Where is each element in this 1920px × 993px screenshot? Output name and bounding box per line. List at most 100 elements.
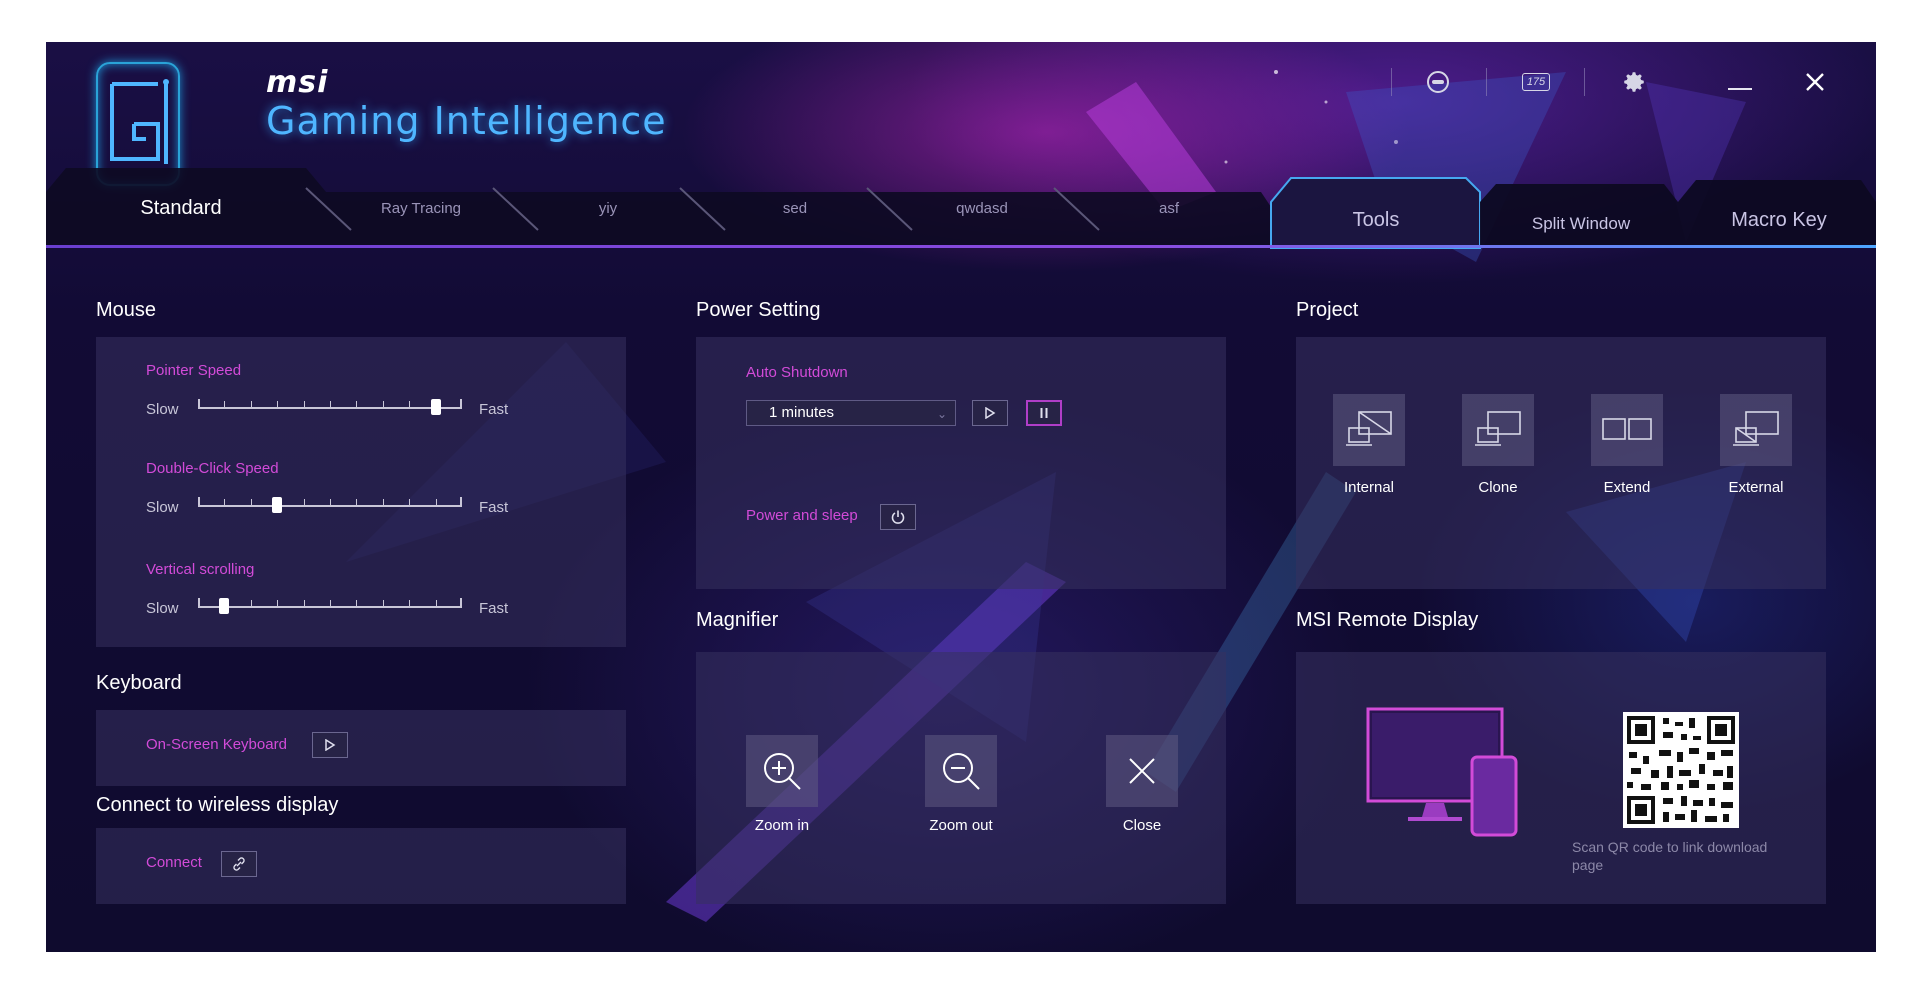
zoom-in-label: Zoom in — [754, 817, 810, 834]
on-screen-keyboard-label: On-Screen Keyboard — [146, 736, 287, 753]
double-click-speed-label: Double-Click Speed — [146, 460, 279, 477]
connect-label: Connect — [146, 854, 202, 871]
slider-end — [198, 399, 200, 409]
slow-label: Slow — [146, 499, 179, 516]
auto-shutdown-select[interactable]: 1 minutes ⌄ — [746, 400, 956, 426]
clone-display-icon — [1475, 411, 1521, 446]
fast-label: Fast — [479, 499, 509, 516]
qr-caption: Scan QR code to link download page — [1572, 839, 1768, 873]
brand-title: msi Gaming Intelligence — [266, 65, 667, 143]
pointer-speed-slider[interactable] — [198, 398, 462, 416]
slider-tick — [251, 600, 252, 608]
refresh-rate-badge: 175 — [1521, 73, 1551, 91]
magnifier-close-label: Close — [1122, 817, 1162, 834]
gamepad-icon[interactable] — [1418, 64, 1458, 100]
slider-tick — [224, 499, 225, 507]
header-divider — [1391, 68, 1392, 96]
slider-tick — [409, 401, 410, 409]
tab-yiy[interactable]: yiy — [543, 172, 673, 244]
magnifier-close-button[interactable] — [1106, 735, 1178, 807]
slider-tick — [409, 499, 410, 507]
tab-ray-tracing[interactable]: Ray Tracing — [356, 172, 486, 244]
internal-display-icon — [1346, 411, 1392, 446]
slider-tick — [304, 499, 305, 507]
power-and-sleep-button[interactable] — [880, 504, 916, 530]
slider-tick — [304, 401, 305, 409]
zoom-in-icon — [764, 753, 801, 790]
auto-shutdown-value: 1 minutes — [769, 404, 835, 421]
pointer-speed-label: Pointer Speed — [146, 362, 242, 379]
project-title: Project — [1296, 299, 1359, 321]
header-divider — [1584, 68, 1585, 96]
close-icon — [1129, 758, 1155, 784]
slider-tick — [251, 499, 252, 507]
header-divider — [1486, 68, 1487, 96]
project-external-button[interactable] — [1720, 394, 1792, 466]
connect-button[interactable] — [221, 851, 257, 877]
project-extend-label: Extend — [1603, 479, 1651, 496]
slider-thumb[interactable] — [431, 399, 441, 415]
slider-tick — [330, 401, 331, 409]
slider-thumb[interactable] — [272, 497, 282, 513]
chevron-down-icon: ⌄ — [936, 407, 947, 421]
msi-wordmark: msi — [266, 65, 329, 100]
tab-tools[interactable]: Tools — [1276, 188, 1476, 252]
zoom-out-label: Zoom out — [929, 817, 993, 834]
slider-tick — [277, 401, 278, 409]
minimize-icon[interactable] — [1720, 64, 1760, 100]
slider-end — [198, 598, 200, 608]
zoom-out-icon — [943, 753, 980, 790]
external-display-icon — [1733, 411, 1779, 446]
slow-label: Slow — [146, 401, 179, 418]
slow-label: Slow — [146, 600, 179, 617]
remote-display-title: MSI Remote Display — [1296, 609, 1479, 631]
wireless-display-title: Connect to wireless display — [96, 794, 339, 816]
play-icon — [325, 739, 336, 751]
project-external-label: External — [1728, 479, 1784, 496]
slider-tick — [277, 600, 278, 608]
vertical-scrolling-slider[interactable] — [198, 597, 462, 615]
gear-icon[interactable] — [1614, 64, 1654, 100]
project-internal-button[interactable] — [1333, 394, 1405, 466]
slider-thumb[interactable] — [219, 598, 229, 614]
zoom-in-button[interactable] — [746, 735, 818, 807]
product-name: Gaming Intelligence — [266, 99, 667, 143]
fast-label: Fast — [479, 401, 509, 418]
auto-shutdown-label: Auto Shutdown — [746, 364, 848, 381]
slider-tick — [436, 600, 437, 608]
magnifier-title: Magnifier — [696, 609, 779, 631]
project-clone-label: Clone — [1478, 479, 1518, 496]
slider-tick — [356, 499, 357, 507]
double-click-speed-slider[interactable] — [198, 496, 462, 514]
fast-label: Fast — [479, 600, 509, 617]
slider-end — [460, 598, 462, 608]
link-icon — [233, 857, 245, 871]
slider-tick — [383, 401, 384, 409]
slider-tick — [304, 600, 305, 608]
zoom-out-button[interactable] — [925, 735, 997, 807]
slider-end — [198, 497, 200, 507]
tab-sed[interactable]: sed — [730, 172, 860, 244]
tab-qwdasd[interactable]: qwdasd — [917, 172, 1047, 244]
tab-macro-key[interactable]: Macro Key — [1684, 188, 1874, 252]
slider-end — [460, 399, 462, 409]
on-screen-keyboard-play-button[interactable] — [312, 732, 348, 758]
tab-standard[interactable]: Standard — [66, 172, 296, 244]
extend-display-icon — [1602, 418, 1652, 440]
pause-timer-button[interactable] — [1026, 400, 1062, 426]
refresh-rate-icon[interactable]: 175 — [1508, 64, 1564, 100]
slider-tick — [383, 499, 384, 507]
slider-tick — [356, 401, 357, 409]
pause-icon — [1040, 408, 1048, 418]
project-internal-label: Internal — [1343, 479, 1395, 496]
keyboard-title: Keyboard — [96, 672, 182, 694]
tab-asf[interactable]: asf — [1104, 172, 1234, 244]
power-and-sleep-label: Power and sleep — [746, 507, 858, 524]
start-timer-button[interactable] — [972, 400, 1008, 426]
project-clone-button[interactable] — [1462, 394, 1534, 466]
slider-tick — [436, 499, 437, 507]
project-extend-button[interactable] — [1591, 394, 1663, 466]
slider-tick — [330, 499, 331, 507]
close-icon[interactable] — [1795, 64, 1835, 100]
tab-split-window[interactable]: Split Window — [1486, 192, 1676, 256]
